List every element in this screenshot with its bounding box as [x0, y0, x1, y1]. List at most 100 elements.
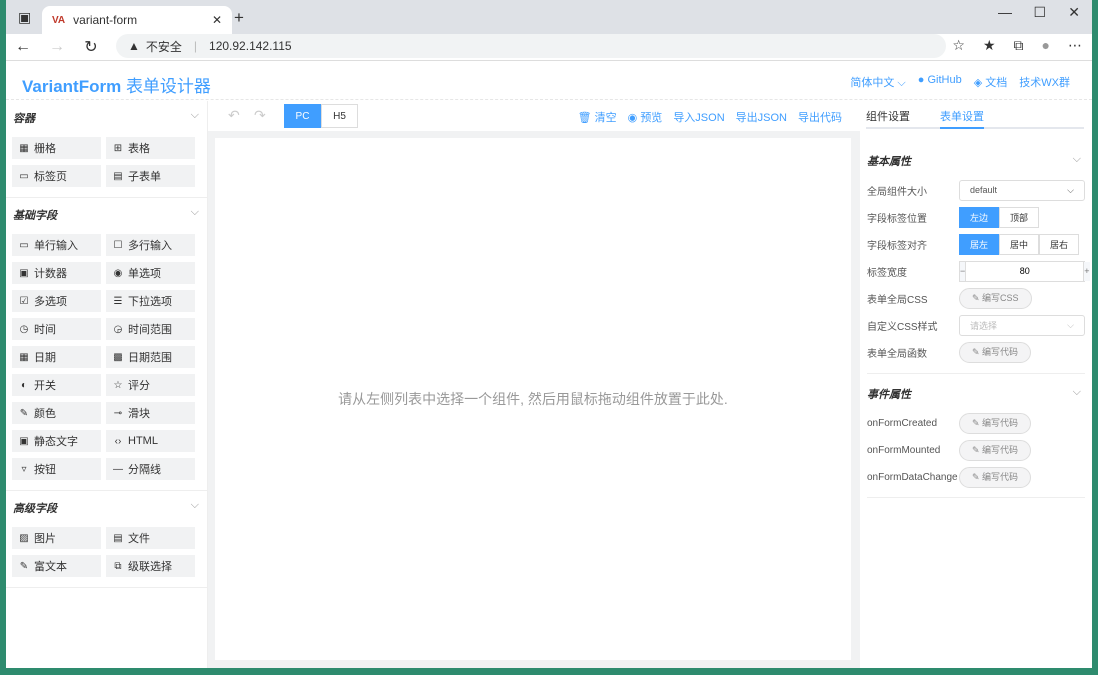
import-json-button[interactable]: 导入JSON	[673, 109, 724, 125]
settings-panel: 组件设置 表单设置 基本属性 ⌵ 全局组件大小 default ⌵ 字段标签位置 左边顶…	[860, 101, 1092, 668]
label-width-input[interactable]	[965, 261, 1085, 281]
widget-icon: ▣	[19, 267, 29, 279]
widget-item[interactable]: ▦ 日期	[12, 346, 101, 368]
position-top-button[interactable]: 顶部	[999, 206, 1040, 228]
widget-label: 表格	[128, 143, 150, 155]
minimize-icon[interactable]: —	[998, 4, 1012, 20]
widget-item[interactable]: ◷ 时间	[12, 318, 101, 340]
url-text: 120.92.142.115	[209, 39, 292, 53]
app-title: VariantForm 表单设计器	[22, 77, 211, 96]
close-tab-icon[interactable]: ✕	[212, 13, 222, 27]
widget-item[interactable]: ☰ 下拉选项	[106, 290, 195, 312]
more-icon[interactable]: ⋯	[1068, 37, 1082, 54]
favorites-icon[interactable]: ★	[983, 37, 996, 54]
align-left-button[interactable]: 居左	[959, 233, 1000, 255]
increment-button[interactable]: +	[1084, 261, 1090, 281]
widget-icon: ◐	[20, 379, 28, 391]
widget-label: 滑块	[128, 408, 150, 420]
undo-icon[interactable]: ↶	[228, 107, 240, 124]
widget-grid: ▦ 栅格 ⊞ 表格 ▭ 标签页 ▤ 子表单	[6, 133, 207, 198]
custom-css-select[interactable]: 请选择 ⌵	[959, 314, 1085, 336]
github-link[interactable]: ● GitHub	[918, 74, 962, 90]
widget-icon: ‹›	[114, 435, 122, 447]
label-width-stepper: −+	[959, 260, 1090, 282]
export-code-button[interactable]: 导出代码	[798, 109, 842, 125]
chevron-down-icon: ⌵	[1067, 319, 1074, 330]
widget-item[interactable]: ‹› HTML	[106, 430, 195, 452]
widget-item[interactable]: — 分隔线	[106, 458, 195, 480]
widget-item[interactable]: ▣ 静态文字	[12, 430, 101, 452]
widget-item[interactable]: ⊞ 表格	[106, 137, 195, 159]
size-select[interactable]: default ⌵	[959, 179, 1085, 201]
docs-link[interactable]: ◈ 文档	[974, 74, 1008, 90]
widget-icon: ✎	[19, 560, 29, 572]
widget-item[interactable]: ▭ 单行输入	[12, 234, 101, 256]
maximize-icon[interactable]: ☐	[1033, 4, 1046, 21]
widget-section-header[interactable]: 高级字段 ⌵	[6, 491, 207, 523]
widget-item[interactable]: ▨ 图片	[12, 527, 101, 549]
widget-item[interactable]: ☑ 多选项	[12, 290, 101, 312]
clear-button[interactable]: 🗑 清空	[578, 109, 617, 125]
edit-created-button[interactable]: ✎ 编写代码	[959, 412, 1032, 434]
preview-button[interactable]: ◉ 预览	[628, 109, 663, 125]
close-window-icon[interactable]: ✕	[1068, 4, 1080, 21]
widget-item[interactable]: ☆ 评分	[106, 374, 195, 396]
widget-item[interactable]: ▭ 标签页	[12, 165, 101, 187]
widget-label: 文件	[128, 533, 150, 545]
tab-form-settings[interactable]: 表单设置	[940, 108, 984, 129]
wx-group-link[interactable]: 技术WX群	[1019, 74, 1070, 90]
widget-item[interactable]: ◶ 时间范围	[106, 318, 195, 340]
profile-avatar[interactable]: ●	[1042, 37, 1050, 54]
widget-item[interactable]: ✎ 富文本	[12, 555, 101, 577]
widget-label: 开关	[34, 380, 56, 392]
tab-widget-settings[interactable]: 组件设置	[866, 108, 910, 127]
edit-mounted-button[interactable]: ✎ 编写代码	[959, 439, 1032, 461]
widget-panel: 容器 ⌵ ▦ 栅格 ⊞ 表格 ▭ 标签页 ▤ 子表单基础字段 ⌵ ▭ 单行输入 ☐ 多行输入 ▣ 计数器 ◉ 单选项…	[6, 101, 208, 668]
widget-item[interactable]: ✎ 颜色	[12, 402, 101, 424]
align-center-button[interactable]: 居中	[999, 233, 1040, 255]
tab-actions-icon[interactable]: ▣	[18, 9, 31, 26]
event-props-header[interactable]: 事件属性 ⌵	[867, 386, 1085, 402]
widget-label: 级联选择	[128, 561, 172, 573]
favorite-add-icon[interactable]: ☆	[952, 37, 965, 54]
edit-func-button[interactable]: ✎ 编写代码	[959, 341, 1032, 363]
edit-data-change-button[interactable]: ✎ 编写代码	[959, 466, 1032, 488]
app-header: VariantForm 表单设计器 简体中文 ⌵ ● GitHub ◈ 文档 技…	[6, 61, 1092, 100]
browser-tab[interactable]: VA variant-form ✕	[42, 6, 232, 34]
back-icon[interactable]: ←	[6, 38, 40, 56]
layers-icon: ◈	[973, 77, 983, 89]
widget-section-header[interactable]: 基础字段 ⌵	[6, 198, 207, 230]
widget-icon: ⊞	[113, 142, 123, 154]
basic-props-header[interactable]: 基本属性 ⌵	[867, 153, 1085, 169]
widget-item[interactable]: ⊸ 滑块	[106, 402, 195, 424]
widget-label: 颜色	[34, 408, 56, 420]
widget-item[interactable]: ▤ 子表单	[106, 165, 195, 187]
widget-item[interactable]: ⧉ 级联选择	[106, 555, 195, 577]
pc-layout-button[interactable]: PC	[284, 104, 321, 128]
align-right-button[interactable]: 居右	[1039, 233, 1080, 255]
forward-icon[interactable]: →	[40, 38, 74, 56]
widget-item[interactable]: ▤ 文件	[106, 527, 195, 549]
widget-item[interactable]: ◉ 单选项	[106, 262, 195, 284]
h5-layout-button[interactable]: H5	[321, 104, 358, 128]
redo-icon[interactable]: ↷	[254, 107, 266, 124]
widget-item[interactable]: ▣ 计数器	[12, 262, 101, 284]
widget-icon: ⧉	[114, 560, 122, 572]
language-select[interactable]: 简体中文 ⌵	[850, 74, 905, 90]
position-left-button[interactable]: 左边	[959, 206, 1000, 228]
url-field[interactable]: ▲ 不安全 | 120.92.142.115	[116, 34, 946, 58]
export-json-button[interactable]: 导出JSON	[736, 109, 787, 125]
widget-item[interactable]: ▦ 栅格	[12, 137, 101, 159]
on-form-mounted-label: onFormMounted	[867, 444, 941, 456]
widget-item[interactable]: ▿ 按钮	[12, 458, 101, 480]
collections-icon[interactable]: ⧉	[1014, 37, 1024, 54]
widget-item[interactable]: ☐ 多行输入	[106, 234, 195, 256]
form-canvas[interactable]: 请从左侧列表中选择一个组件, 然后用鼠标拖动组件放置于此处.	[215, 138, 851, 660]
widget-label: 日期范围	[128, 352, 172, 364]
widget-section-header[interactable]: 容器 ⌵	[6, 101, 207, 133]
refresh-icon[interactable]: ↻	[74, 37, 108, 57]
widget-item[interactable]: ◐ 开关	[12, 374, 101, 396]
new-tab-icon[interactable]: +	[234, 8, 244, 28]
widget-item[interactable]: ▩ 日期范围	[106, 346, 195, 368]
edit-css-button[interactable]: ✎ 编写CSS	[959, 287, 1032, 309]
